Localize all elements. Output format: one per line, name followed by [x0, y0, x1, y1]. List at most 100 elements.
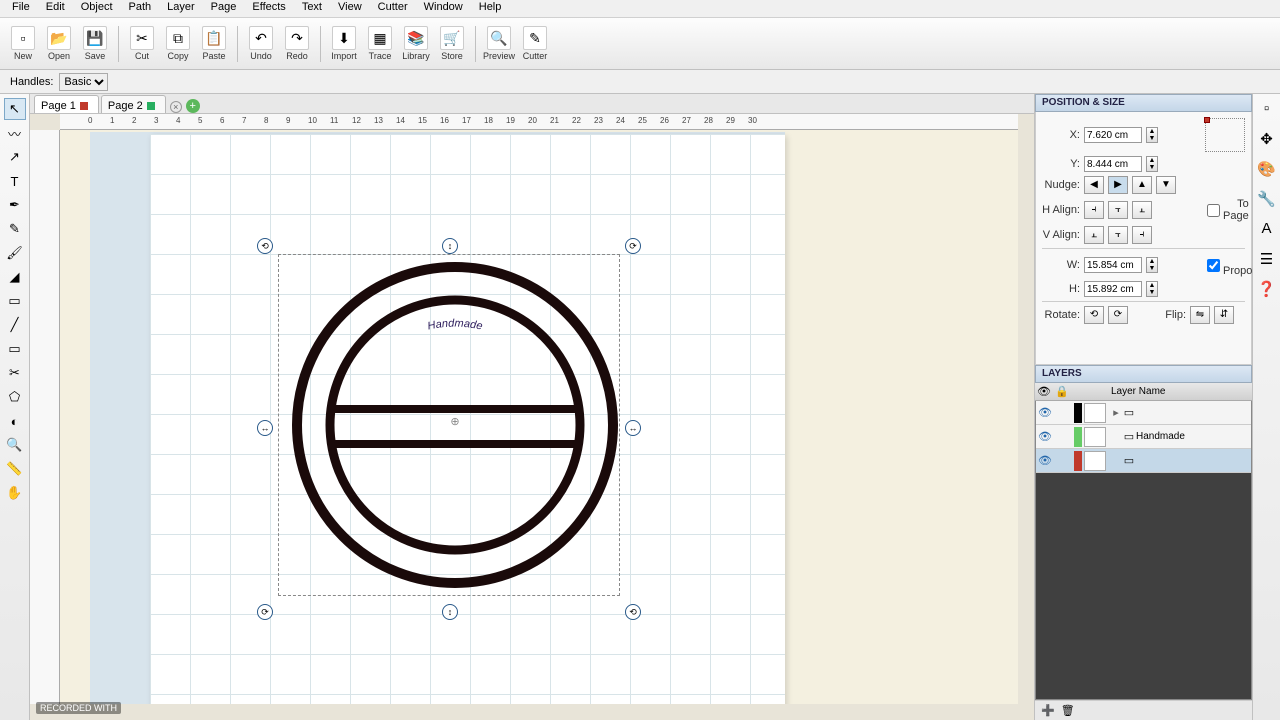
cut-button[interactable]: ✂Cut — [125, 21, 159, 67]
brush-tool[interactable]: 🖌 — [4, 242, 26, 264]
valign-top[interactable]: ⫠ — [1084, 226, 1104, 244]
canvas[interactable]: ⟲ ↕ ⟳ ↔ ↔ ⟳ ↕ ⟲ Handmad — [60, 130, 1018, 704]
valign-middle[interactable]: ⫟ — [1108, 226, 1128, 244]
keep-prop-check[interactable] — [1207, 259, 1220, 272]
shape-tool[interactable]: ⬠ — [4, 386, 26, 408]
w-input[interactable] — [1084, 257, 1142, 273]
pencil-tool[interactable]: ✎ — [4, 218, 26, 240]
open-button[interactable]: 📂Open — [42, 21, 76, 67]
select-tool[interactable]: ↖ — [4, 98, 26, 120]
knife-tool[interactable]: ✂ — [4, 362, 26, 384]
flip-label: Flip: — [1148, 309, 1186, 321]
menu-edit[interactable]: Edit — [38, 0, 73, 17]
trace-button[interactable]: ▦Trace — [363, 21, 397, 67]
nudge-left[interactable]: ◀ — [1084, 176, 1104, 194]
rotate-cw[interactable]: ⟳ — [1108, 306, 1128, 324]
library-button[interactable]: 📚Library — [399, 21, 433, 67]
eye-icon[interactable]: 👁 — [1036, 430, 1054, 443]
artwork[interactable]: Handmade ⊕ — [290, 260, 620, 590]
w-spinner[interactable]: ▲▼ — [1146, 257, 1158, 273]
y-input[interactable] — [1084, 156, 1142, 172]
layer-row[interactable]: 👁▭ — [1036, 449, 1251, 473]
zoom-tool[interactable]: 🔍 — [4, 434, 26, 456]
undo-button[interactable]: ↶Undo — [244, 21, 278, 67]
cutter-button[interactable]: ✎Cutter — [518, 21, 552, 67]
preview-button[interactable]: 🔍Preview — [482, 21, 516, 67]
store-button[interactable]: 🛒Store — [435, 21, 469, 67]
scale-handle-r[interactable]: ↔ — [625, 420, 641, 436]
rect-tool[interactable]: ▭ — [4, 338, 26, 360]
page-tab-1[interactable]: Page 1 — [34, 95, 99, 113]
halign-left[interactable]: ⫞ — [1084, 201, 1104, 219]
text-tool[interactable]: T — [4, 170, 26, 192]
menu-text[interactable]: Text — [294, 0, 330, 17]
menu-cutter[interactable]: Cutter — [370, 0, 416, 17]
add-layer-button[interactable]: ➕ — [1041, 704, 1055, 717]
preview-icon: 🔍 — [487, 26, 511, 50]
rotate-handle-tr[interactable]: ⟳ — [625, 238, 641, 254]
redo-button[interactable]: ↷Redo — [280, 21, 314, 67]
scale-handle-b[interactable]: ↕ — [442, 604, 458, 620]
import-button[interactable]: ⬇Import — [327, 21, 361, 67]
page-tab-2[interactable]: Page 2 — [101, 95, 166, 113]
x-spinner[interactable]: ▲▼ — [1146, 127, 1158, 143]
h-input[interactable] — [1084, 281, 1142, 297]
rotate-handle-br[interactable]: ⟲ — [625, 604, 641, 620]
menu-effects[interactable]: Effects — [244, 0, 293, 17]
x-input[interactable] — [1084, 127, 1142, 143]
move-icon[interactable]: ✥ — [1256, 130, 1278, 152]
scale-handle-l[interactable]: ↔ — [257, 420, 273, 436]
new-button[interactable]: ▫New — [6, 21, 40, 67]
menu-object[interactable]: Object — [73, 0, 121, 17]
eye-icon[interactable]: 👁 — [1036, 454, 1054, 467]
rotate-ccw[interactable]: ⟲ — [1084, 306, 1104, 324]
handles-select[interactable]: Basic — [59, 73, 108, 91]
flip-v[interactable]: ⇵ — [1214, 306, 1234, 324]
font-icon[interactable]: A — [1256, 220, 1278, 242]
layer-row[interactable]: 👁▭Handmade — [1036, 425, 1251, 449]
menu-layer[interactable]: Layer — [159, 0, 203, 17]
rotate-handle-tl[interactable]: ⟲ — [257, 238, 273, 254]
halign-right[interactable]: ⫠ — [1132, 201, 1152, 219]
menu-window[interactable]: Window — [416, 0, 471, 17]
h-spinner[interactable]: ▲▼ — [1146, 281, 1158, 297]
to-page-check[interactable] — [1207, 204, 1220, 217]
palette-icon[interactable]: 🎨 — [1256, 160, 1278, 182]
menu-path[interactable]: Path — [121, 0, 160, 17]
eye-icon[interactable]: 👁 — [1036, 406, 1054, 419]
ruler-tool[interactable]: 📏 — [4, 458, 26, 480]
line-tool[interactable]: ╱ — [4, 314, 26, 336]
node-tool[interactable]: ↗ — [4, 146, 26, 168]
close-tab-button[interactable]: × — [170, 101, 182, 113]
menu-page[interactable]: Page — [203, 0, 245, 17]
halign-center[interactable]: ⫟ — [1108, 201, 1128, 219]
nudge-up[interactable]: ▲ — [1132, 176, 1152, 194]
eraser-tool[interactable]: ◢ — [4, 266, 26, 288]
wrench-icon[interactable]: 🔧 — [1256, 190, 1278, 212]
copy-button[interactable]: ⧉Copy — [161, 21, 195, 67]
flip-h[interactable]: ⇋ — [1190, 306, 1210, 324]
layers-icon[interactable]: ☰ — [1256, 250, 1278, 272]
help-icon[interactable]: ❓ — [1256, 280, 1278, 302]
add-tab-button[interactable]: + — [186, 99, 200, 113]
boolean-tool[interactable]: ◐ — [4, 410, 26, 432]
valign-bottom[interactable]: ⫞ — [1132, 226, 1152, 244]
nudge-down[interactable]: ▼ — [1156, 176, 1176, 194]
nudge-right[interactable]: ▶ — [1108, 176, 1128, 194]
pen-tool[interactable]: ✒ — [4, 194, 26, 216]
paste-button[interactable]: 📋Paste — [197, 21, 231, 67]
anchor-grid[interactable] — [1205, 118, 1245, 152]
delete-layer-button[interactable]: 🗑 — [1061, 704, 1075, 717]
menu-view[interactable]: View — [330, 0, 370, 17]
layer-row[interactable]: 👁▸▭ — [1036, 401, 1251, 425]
menu-help[interactable]: Help — [471, 0, 510, 17]
hand-tool[interactable]: ✋ — [4, 482, 26, 504]
y-spinner[interactable]: ▲▼ — [1146, 156, 1158, 172]
scale-handle-t[interactable]: ↕ — [442, 238, 458, 254]
gradient-tool[interactable]: ▭ — [4, 290, 26, 312]
save-button[interactable]: 💾Save — [78, 21, 112, 67]
rotate-handle-bl[interactable]: ⟳ — [257, 604, 273, 620]
lasso-tool[interactable]: 〰 — [4, 122, 26, 144]
page-icon[interactable]: ▫ — [1256, 100, 1278, 122]
menu-file[interactable]: File — [4, 0, 38, 17]
